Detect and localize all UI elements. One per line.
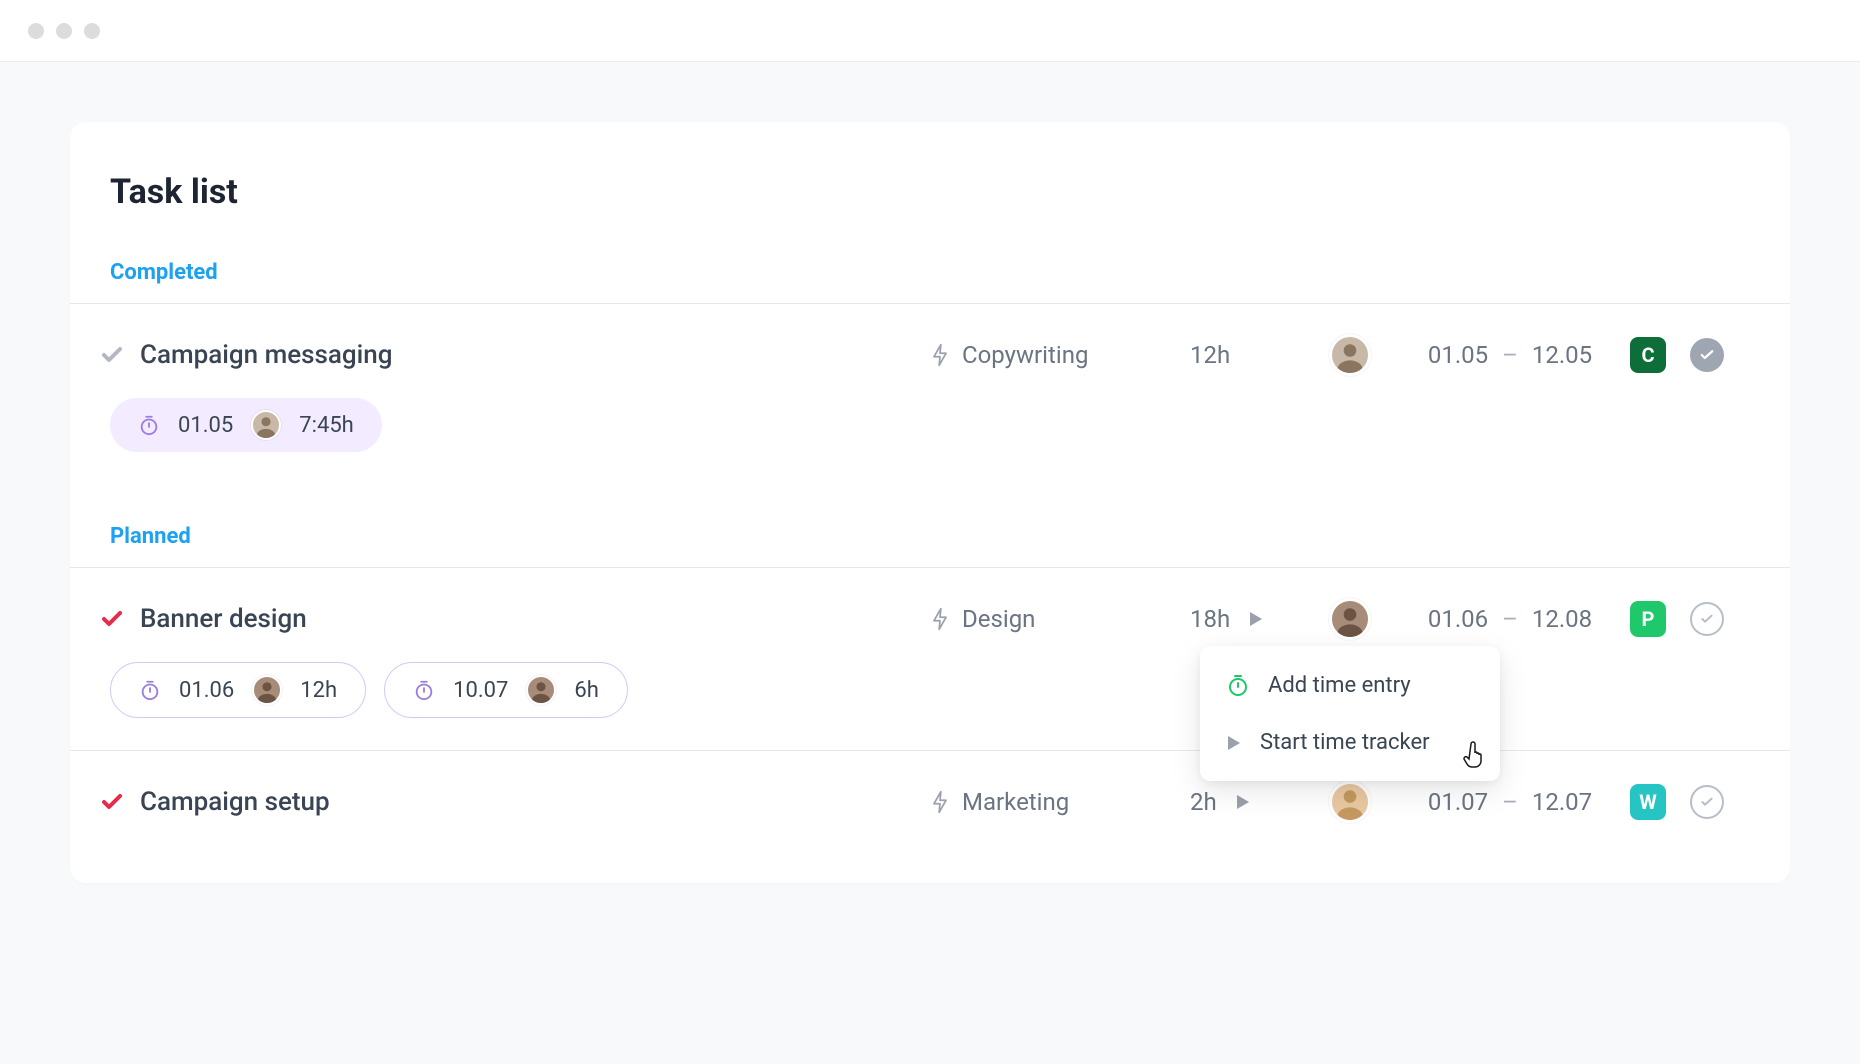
task-category-label: Copywriting — [962, 341, 1088, 369]
task-category: Marketing — [930, 788, 1190, 816]
start-time-tracker-button[interactable]: Start time tracker — [1200, 714, 1500, 771]
task-name: Campaign setup — [140, 787, 930, 817]
status-badge[interactable]: C — [1630, 337, 1666, 373]
task-date-range: 01.05 – 12.05 — [1390, 341, 1630, 369]
task-category: Design — [930, 605, 1190, 633]
task-list-card: Task list Completed Campaign messaging C… — [70, 122, 1790, 883]
done-toggle-cell — [1690, 785, 1750, 819]
done-toggle-cell — [1690, 602, 1750, 636]
task-hours: 18h — [1190, 605, 1310, 633]
window-chrome — [0, 0, 1860, 62]
stopwatch-icon — [139, 678, 161, 702]
check-icon — [100, 790, 124, 814]
done-toggle[interactable] — [1690, 602, 1724, 636]
traffic-light-zoom[interactable] — [84, 23, 100, 39]
task-done-indicator[interactable] — [84, 607, 140, 631]
time-entry-chips: 01.05 7:45h — [70, 376, 1790, 484]
task-done-indicator[interactable] — [84, 343, 140, 367]
stopwatch-icon — [1226, 672, 1250, 698]
status-badge-cell: P — [1630, 601, 1690, 637]
chip-date: 01.06 — [179, 678, 234, 703]
task-row[interactable]: Campaign setup Marketing 2h 01.07 – 12.0… — [70, 751, 1790, 823]
status-badge[interactable]: W — [1630, 784, 1666, 820]
avatar — [252, 675, 282, 705]
task-row[interactable]: Banner design Design 18h Add time entry … — [70, 568, 1790, 640]
stopwatch-icon — [413, 678, 435, 702]
task-category-label: Marketing — [962, 788, 1069, 816]
page-title: Task list — [70, 172, 1790, 212]
avatar[interactable] — [1329, 598, 1371, 640]
task-date-range: 01.07 – 12.07 — [1390, 788, 1630, 816]
stopwatch-icon — [138, 413, 160, 437]
task-hours: 12h — [1190, 341, 1310, 369]
chip-duration: 6h — [574, 678, 598, 703]
time-tracker-popover: Add time entry Start time tracker — [1200, 646, 1500, 781]
traffic-light-close[interactable] — [28, 23, 44, 39]
lightning-icon — [930, 790, 950, 814]
status-badge-cell: C — [1630, 337, 1690, 373]
play-icon[interactable] — [1235, 793, 1251, 811]
section-planned-header[interactable]: Planned — [70, 524, 1790, 568]
lightning-icon — [930, 607, 950, 631]
task-hours: 2h — [1190, 788, 1310, 816]
time-entry-chip[interactable]: 10.07 6h — [384, 662, 628, 718]
status-badge[interactable]: P — [1630, 601, 1666, 637]
done-toggle[interactable] — [1690, 785, 1724, 819]
section-completed-header[interactable]: Completed — [70, 260, 1790, 304]
play-icon — [1226, 734, 1242, 752]
avatar[interactable] — [1329, 334, 1371, 376]
task-name: Banner design — [140, 604, 930, 634]
task-done-indicator[interactable] — [84, 790, 140, 814]
task-date-range: 01.06 – 12.08 — [1390, 605, 1630, 633]
check-icon — [100, 343, 124, 367]
task-category: Copywriting — [930, 341, 1190, 369]
task-row[interactable]: Campaign messaging Copywriting 12h 01.05… — [70, 304, 1790, 376]
chip-duration: 7:45h — [299, 413, 354, 438]
avatar — [251, 410, 281, 440]
chip-date: 01.05 — [178, 413, 233, 438]
lightning-icon — [930, 343, 950, 367]
check-icon — [1699, 794, 1715, 810]
avatar[interactable] — [1329, 781, 1371, 823]
time-entry-chip[interactable]: 01.05 7:45h — [110, 398, 382, 452]
task-name: Campaign messaging — [140, 340, 930, 370]
status-badge-cell: W — [1630, 784, 1690, 820]
time-entry-chips: 01.06 12h 10.07 6h — [70, 640, 1790, 750]
task-category-label: Design — [962, 605, 1035, 633]
avatar — [526, 675, 556, 705]
chip-duration: 12h — [300, 678, 337, 703]
done-toggle[interactable] — [1690, 338, 1724, 372]
play-icon[interactable] — [1248, 610, 1264, 628]
time-entry-chip[interactable]: 01.06 12h — [110, 662, 366, 718]
check-icon — [1699, 611, 1715, 627]
check-icon — [1698, 346, 1716, 364]
done-toggle-cell — [1690, 338, 1750, 372]
traffic-light-minimize[interactable] — [56, 23, 72, 39]
check-icon — [100, 607, 124, 631]
chip-date: 10.07 — [453, 678, 508, 703]
add-time-entry-button[interactable]: Add time entry — [1200, 656, 1500, 714]
